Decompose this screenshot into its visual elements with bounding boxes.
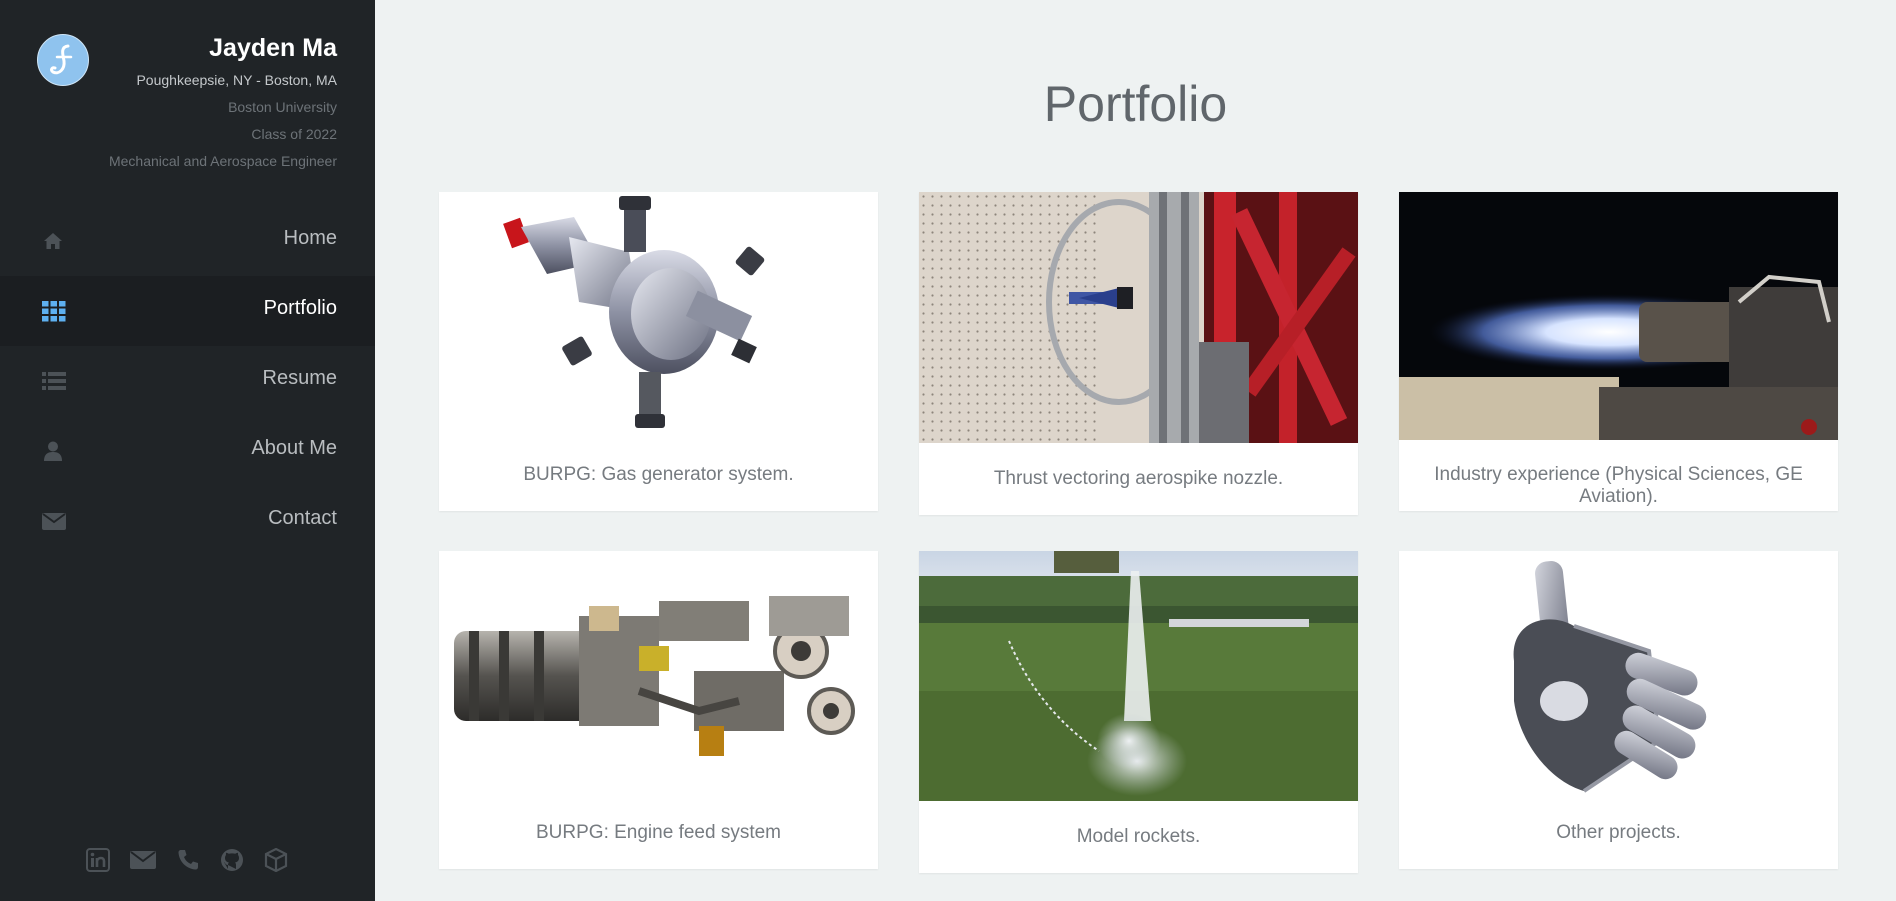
profile-school: Boston University [228,99,337,115]
model-rocket-image[interactable] [919,551,1358,801]
engine-feed-image[interactable] [439,551,878,801]
card-caption: BURPG: Engine feed system [536,822,781,843]
portfolio-card-aerospike[interactable]: Thrust vectoring aerospike nozzle. [919,192,1358,515]
portfolio-card-model-rockets[interactable]: Model rockets. [919,551,1358,873]
nav-item-portfolio[interactable]: Portfolio [0,276,375,346]
profile-location: Poughkeepsie, NY - Boston, MA [136,72,337,88]
linkedin-icon[interactable] [86,848,110,872]
list-icon [42,370,66,392]
envelope-icon [42,510,66,532]
user-icon [42,440,64,462]
portfolio-card-other-projects[interactable]: Other projects. [1399,551,1838,869]
card-caption: BURPG: Gas generator system. [523,464,794,485]
aerospike-nozzle-image[interactable] [919,192,1358,443]
cube-icon[interactable] [264,847,288,873]
nav-item-resume[interactable]: Resume [0,346,375,416]
grid-icon [42,300,66,322]
nav-item-home[interactable]: Home [0,206,375,276]
nav-label-portfolio: Portfolio [263,297,337,319]
phone-icon[interactable] [176,848,200,872]
profile-class-year: Class of 2022 [251,126,337,142]
robotic-hand-image[interactable] [1399,551,1838,801]
sidebar: Jayden Ma Poughkeepsie, NY - Boston, MA … [0,0,375,901]
logo-avatar[interactable] [37,34,89,86]
portfolio-card-engine-feed[interactable]: BURPG: Engine feed system [439,551,878,869]
page-title: Portfolio [1043,76,1228,132]
nav-item-contact[interactable]: Contact [0,486,375,556]
card-caption: Industry experience (Physical Sciences, … [1434,464,1803,507]
portfolio-card-industry[interactable]: Industry experience (Physical Sciences, … [1399,192,1838,511]
github-icon[interactable] [220,848,244,872]
nav-label-resume: Resume [262,367,337,389]
sidebar-nav: Home Portfolio Resume About Me Contact [0,206,375,556]
email-icon[interactable] [130,848,156,872]
nav-label-home: Home [283,227,337,249]
engine-exhaust-image[interactable] [1399,192,1838,440]
card-caption: Thrust vectoring aerospike nozzle. [993,468,1284,489]
nav-label-about-me: About Me [251,437,337,459]
profile-major: Mechanical and Aerospace Engineer [108,153,337,169]
home-icon [42,230,64,252]
nav-label-contact: Contact [268,507,337,529]
profile-block: Jayden Ma Poughkeepsie, NY - Boston, MA … [109,30,337,171]
main-content: Portfolio BURPG: Gas generator system. T… [375,0,1896,901]
profile-name: Jayden Ma [209,34,337,62]
nav-item-about-me[interactable]: About Me [0,416,375,486]
card-caption: Model rockets. [1076,826,1201,847]
portfolio-card-gas-generator[interactable]: BURPG: Gas generator system. [439,192,878,511]
card-caption: Other projects. [1556,822,1681,843]
gas-generator-image[interactable] [439,192,878,452]
